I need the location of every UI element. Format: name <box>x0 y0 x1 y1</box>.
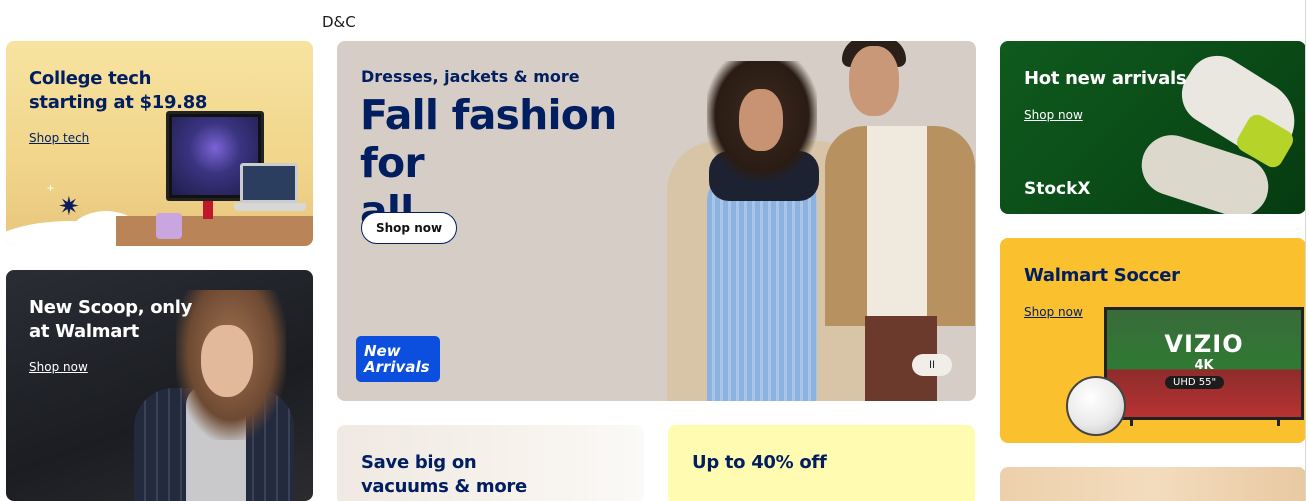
man-shirt-image <box>867 126 927 316</box>
college-tech-card[interactable]: ✷ + College tech starting at $19.88 Shop… <box>6 41 313 246</box>
pause-icon: II <box>928 359 936 371</box>
new-scoop-card[interactable]: New Scoop, only at Walmart Shop now <box>6 270 313 501</box>
woman-dress-image <box>707 171 817 401</box>
walmart-soccer-card[interactable]: Walmart Soccer Shop now VIZIO 4K UHD 55" <box>1000 238 1306 443</box>
model-face-image <box>201 325 253 397</box>
hero-shop-now-button[interactable]: Shop now <box>361 212 458 244</box>
vacuums-card[interactable]: Save big on vacuums & more <box>337 425 644 501</box>
shop-now-link[interactable]: Shop now <box>1024 108 1083 122</box>
hot-arrivals-card[interactable]: Hot new arrivals Shop now StockX <box>1000 41 1306 214</box>
tv-resolution: 4K <box>1194 358 1214 373</box>
partial-card[interactable] <box>1000 467 1306 501</box>
laptop-image <box>240 163 298 203</box>
stockx-logo: StockX <box>1024 179 1091 199</box>
tv-brand: VIZIO <box>1164 330 1244 358</box>
hero-banner[interactable]: Dresses, jackets & more Fall fashion for… <box>337 41 976 401</box>
camera-image <box>156 213 182 239</box>
new-scoop-title: New Scoop, only at Walmart <box>29 297 193 342</box>
desk-image <box>116 216 313 246</box>
college-tech-title: College tech starting at $19.88 <box>29 68 208 113</box>
tv-stand-image <box>1130 420 1280 426</box>
hot-arrivals-title: Hot new arrivals <box>1024 68 1187 89</box>
woman-face-image <box>739 89 783 151</box>
tv-size: UHD 55" <box>1165 376 1225 389</box>
man-face-image <box>849 46 899 116</box>
new-arrivals-badge: New Arrivals <box>356 336 440 382</box>
shop-tech-link[interactable]: Shop tech <box>29 131 89 145</box>
monitor-stand-image <box>203 201 213 219</box>
soccer-ball-image <box>1066 376 1126 436</box>
soccer-title: Walmart Soccer <box>1024 265 1180 286</box>
shop-now-link[interactable]: Shop now <box>1024 305 1083 319</box>
vacuums-title: Save big on vacuums & more <box>361 452 527 497</box>
sparkle-icon: + <box>47 181 55 195</box>
hero-subtitle: Dresses, jackets & more <box>361 67 580 86</box>
star-icon: ✷ <box>58 191 80 221</box>
pause-button[interactable]: II <box>912 354 952 376</box>
discount-card[interactable]: Up to 40% off <box>668 425 975 501</box>
tv-image: VIZIO 4K UHD 55" <box>1104 307 1304 420</box>
top-label: D&C <box>322 13 356 31</box>
laptop-base-image <box>234 203 306 211</box>
shop-now-link[interactable]: Shop now <box>29 360 88 374</box>
scrollbar-edge <box>1305 0 1306 501</box>
discount-title: Up to 40% off <box>692 452 827 473</box>
